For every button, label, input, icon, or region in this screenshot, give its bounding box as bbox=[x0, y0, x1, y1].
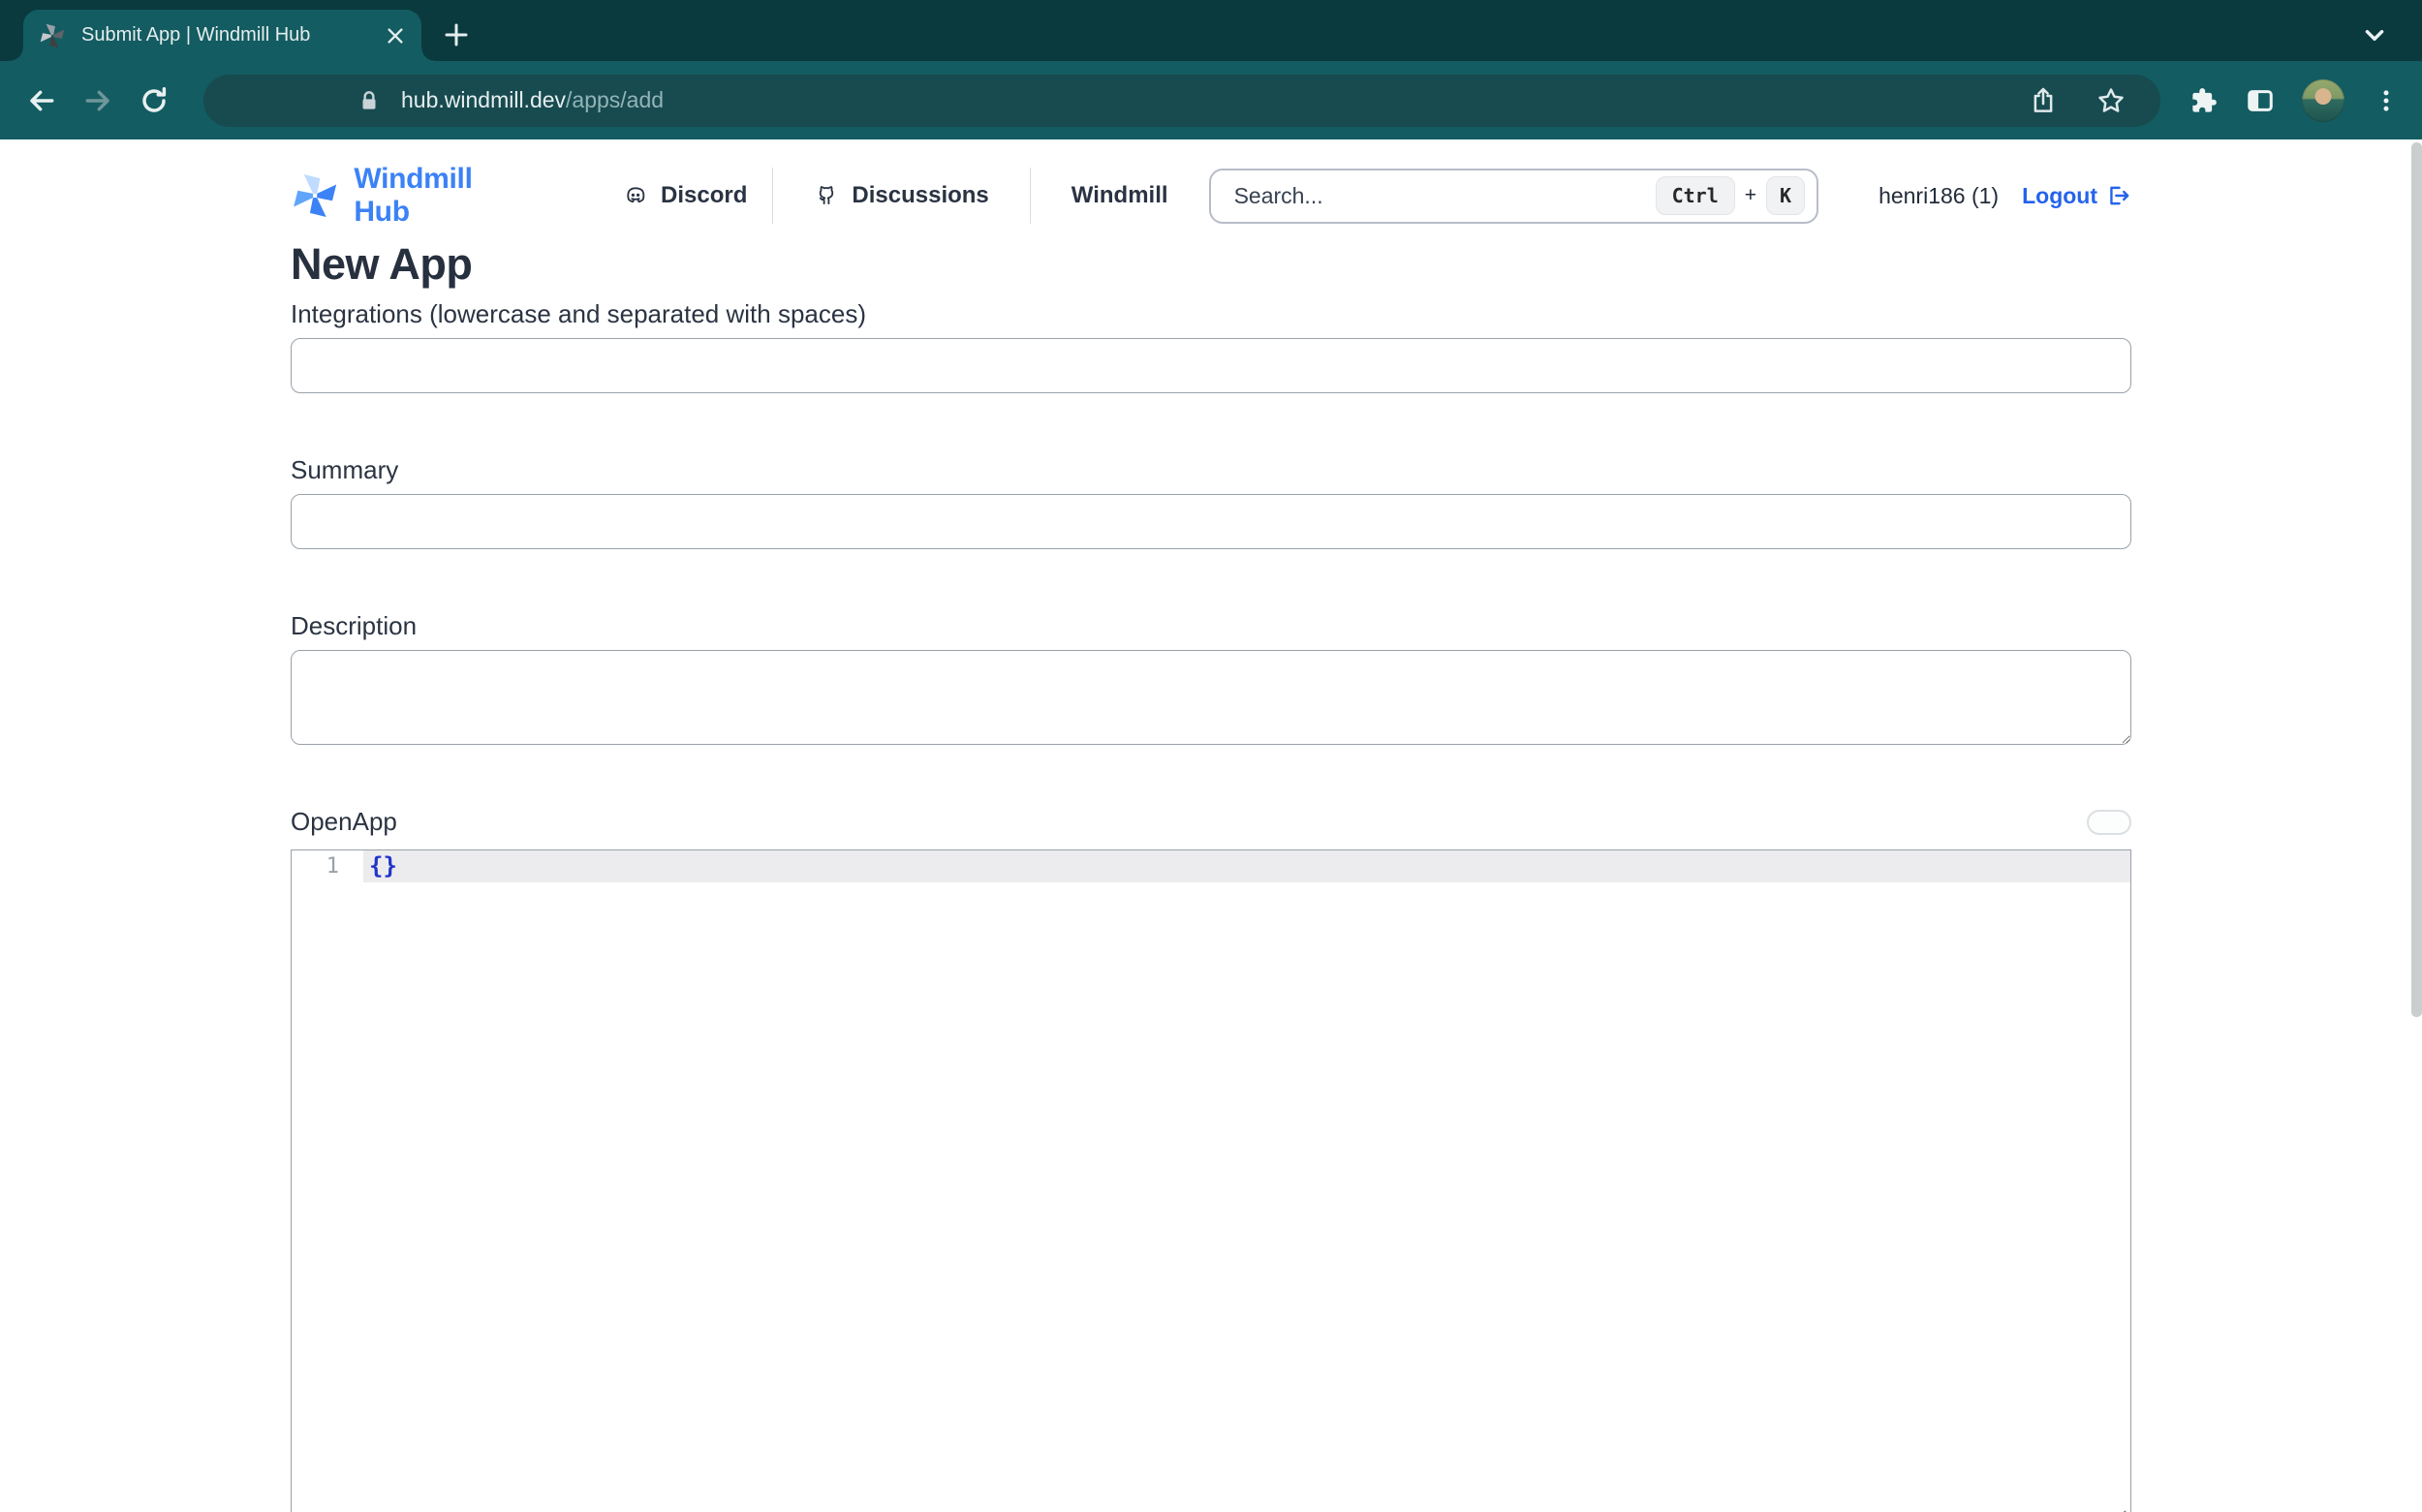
integrations-label: Integrations (lowercase and separated wi… bbox=[291, 299, 2131, 329]
user-section: henri186 (1) Logout bbox=[1879, 183, 2131, 209]
logout-label: Logout bbox=[2022, 183, 2097, 209]
new-tab-button[interactable] bbox=[438, 16, 475, 53]
search-input[interactable] bbox=[1234, 183, 1656, 209]
resize-handle-icon[interactable] bbox=[2106, 1505, 2127, 1512]
brand-home-link[interactable]: Windmill Hub bbox=[291, 163, 530, 229]
brand-name: Windmill Hub bbox=[354, 163, 530, 229]
forward-button[interactable] bbox=[81, 84, 114, 117]
back-button[interactable] bbox=[25, 84, 58, 117]
browser-tab[interactable]: Submit App | Windmill Hub bbox=[23, 10, 421, 61]
discord-icon bbox=[623, 183, 648, 208]
page-title: New App bbox=[291, 239, 2131, 290]
header-nav: Discord Discussions Windmill bbox=[623, 168, 1209, 224]
summary-input[interactable] bbox=[291, 494, 2131, 549]
tab-search-chevron-down-icon[interactable] bbox=[2358, 21, 2391, 50]
page-scrollbar-thumb[interactable] bbox=[2411, 142, 2422, 1017]
nav-item-discussions[interactable]: Discussions bbox=[773, 168, 1029, 224]
side-panel-icon[interactable] bbox=[2246, 86, 2275, 115]
nav-item-discord[interactable]: Discord bbox=[623, 168, 772, 224]
share-icon[interactable] bbox=[2029, 86, 2058, 115]
bookmark-star-icon[interactable] bbox=[2096, 86, 2126, 115]
kbd-k: K bbox=[1766, 176, 1805, 215]
active-line-highlight bbox=[363, 850, 2130, 882]
windmill-favicon-icon bbox=[39, 22, 66, 49]
windmill-logo-icon bbox=[291, 170, 339, 221]
description-label: Description bbox=[291, 611, 2131, 641]
lock-icon[interactable] bbox=[357, 88, 382, 113]
site-header: Windmill Hub Discord Discussions bbox=[291, 168, 2131, 224]
kbd-ctrl: Ctrl bbox=[1656, 176, 1735, 215]
integrations-input[interactable] bbox=[291, 338, 2131, 393]
openapp-label: OpenApp bbox=[291, 807, 397, 837]
logout-icon bbox=[2106, 183, 2131, 208]
search-box[interactable]: Ctrl + K bbox=[1209, 169, 1819, 224]
nav-label: Discord bbox=[661, 182, 747, 209]
code-content[interactable]: {} bbox=[369, 850, 397, 882]
tab-bar: Submit App | Windmill Hub bbox=[0, 0, 2422, 61]
address-bar[interactable]: hub.windmill.dev/apps/add bbox=[203, 75, 2160, 127]
nav-label: Discussions bbox=[852, 182, 988, 209]
openapp-toggle[interactable] bbox=[2087, 810, 2131, 835]
tab-title: Submit App | Windmill Hub bbox=[81, 24, 371, 46]
field-integrations: Integrations (lowercase and separated wi… bbox=[291, 299, 2131, 393]
logout-link[interactable]: Logout bbox=[2022, 183, 2131, 209]
openapp-code-editor[interactable]: 1 {} bbox=[291, 849, 2131, 1512]
nav-label: Windmill bbox=[1071, 182, 1168, 209]
line-number: 1 bbox=[292, 850, 363, 882]
reload-button[interactable] bbox=[138, 84, 171, 117]
summary-label: Summary bbox=[291, 455, 2131, 485]
field-openapp: OpenApp 1 {} bbox=[291, 807, 2131, 1512]
field-description: Description bbox=[291, 611, 2131, 745]
kbd-plus: + bbox=[1745, 184, 1756, 207]
tab-close-icon[interactable] bbox=[383, 23, 408, 48]
field-summary: Summary bbox=[291, 455, 2131, 549]
extensions-puzzle-icon[interactable] bbox=[2189, 86, 2219, 115]
page-body: Windmill Hub Discord Discussions bbox=[0, 139, 2422, 1512]
browser-toolbar: hub.windmill.dev/apps/add bbox=[0, 61, 2422, 139]
url-host: hub.windmill.dev bbox=[401, 87, 566, 113]
url-path: /apps/add bbox=[566, 87, 664, 113]
browser-menu-kebab-icon[interactable] bbox=[2372, 86, 2401, 115]
description-textarea[interactable] bbox=[291, 650, 2131, 745]
github-discussions-icon bbox=[814, 183, 839, 208]
nav-item-windmill[interactable]: Windmill bbox=[1031, 168, 1209, 224]
username-label: henri186 (1) bbox=[1879, 183, 1999, 209]
profile-avatar[interactable] bbox=[2302, 79, 2344, 122]
